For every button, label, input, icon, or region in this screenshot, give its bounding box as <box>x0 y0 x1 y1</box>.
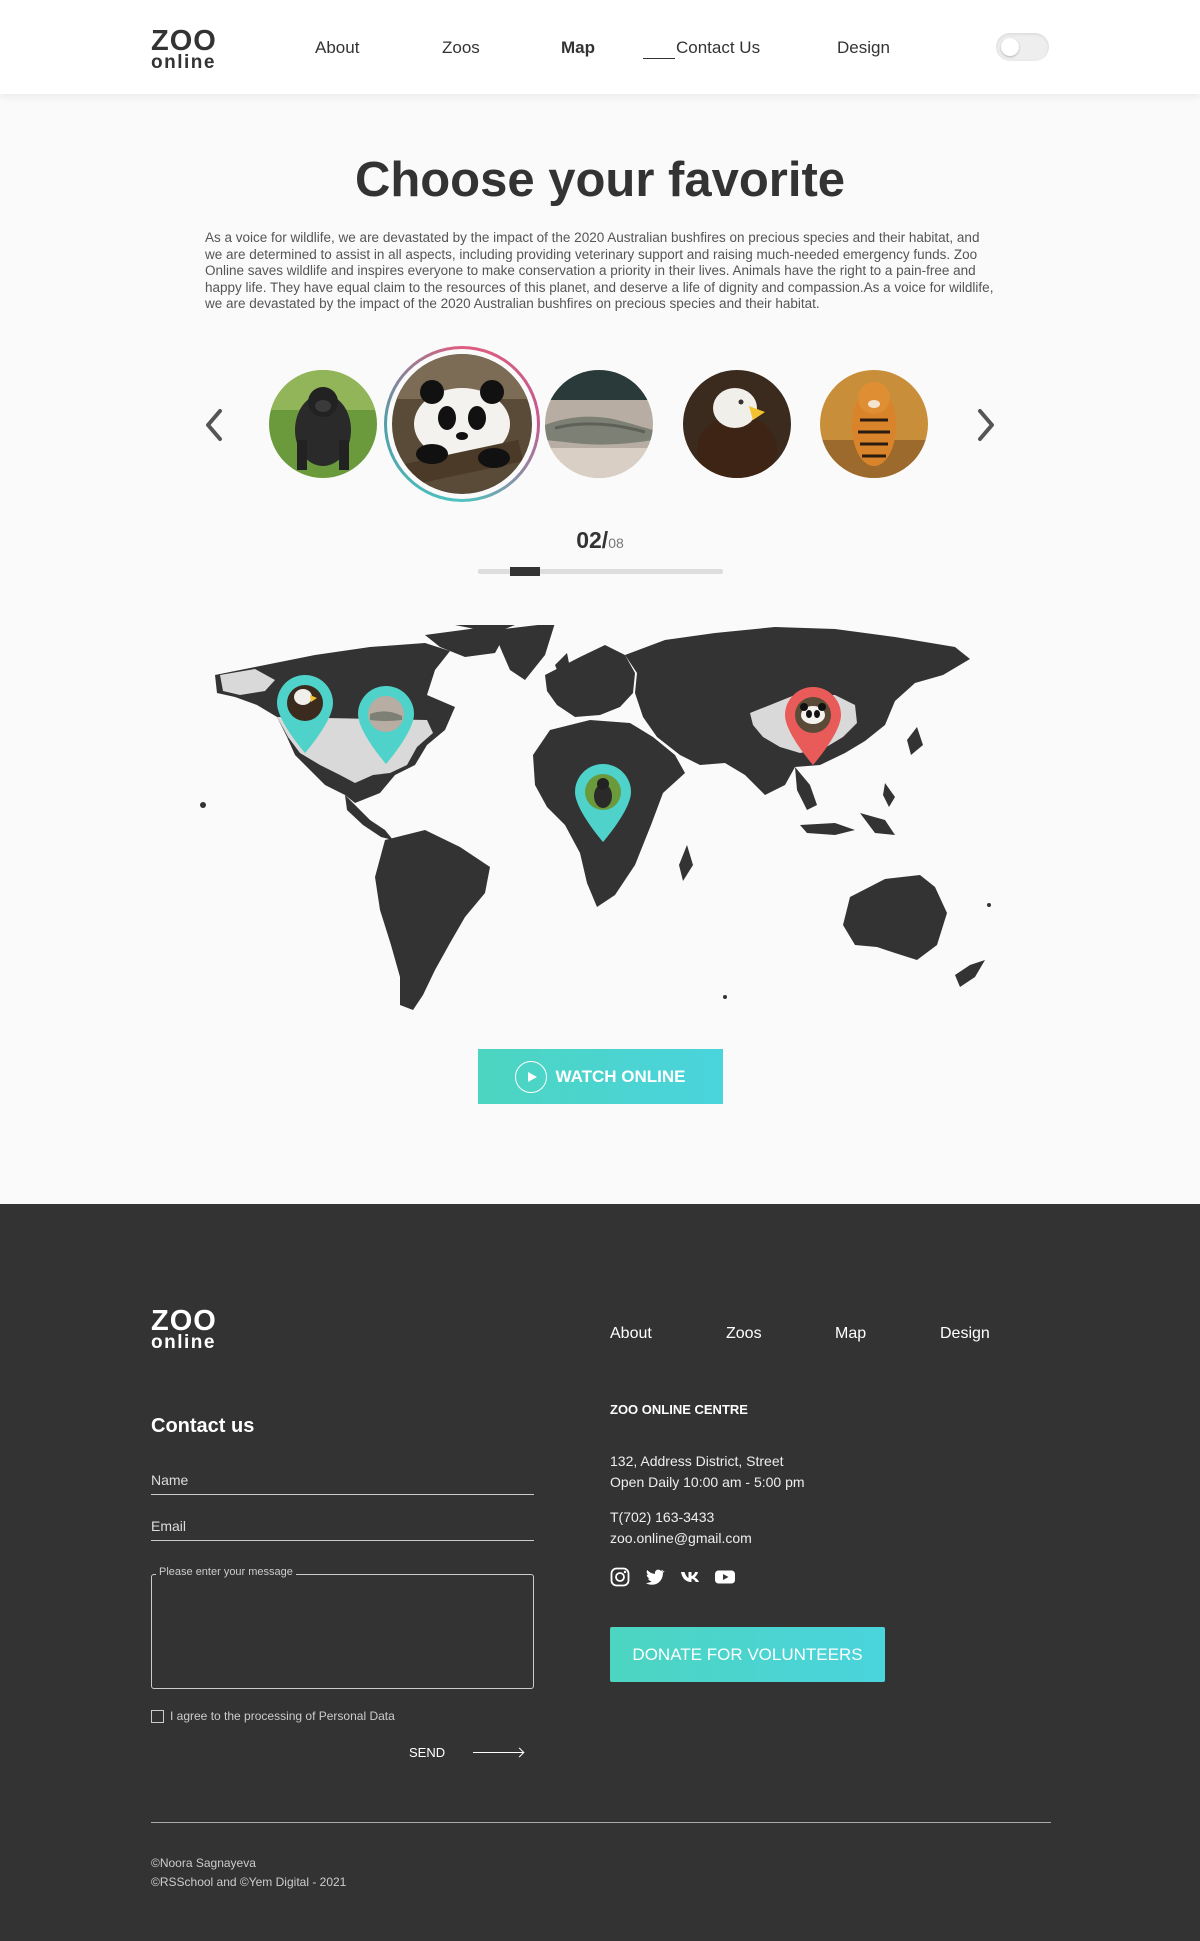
nav-design[interactable]: Design <box>837 38 890 58</box>
nav-contact-us[interactable]: Contact Us <box>676 38 760 58</box>
counter-current: 02/ <box>576 527 609 553</box>
instagram-icon[interactable] <box>610 1567 630 1587</box>
phone: T(702) 163-3433 <box>610 1509 715 1525</box>
copyright-school: ©RSSchool and ©Yem Digital - 2021 <box>151 1875 347 1889</box>
toggle-knob <box>1001 38 1019 56</box>
carousel-next-arrow[interactable] <box>970 405 1000 445</box>
email-address[interactable]: zoo.online@gmail.com <box>610 1530 752 1546</box>
carousel-progress[interactable] <box>478 567 723 576</box>
agree-checkbox[interactable] <box>151 1709 164 1723</box>
footer-logo[interactable]: ZOO online <box>151 1307 217 1353</box>
theme-toggle[interactable] <box>996 33 1049 61</box>
youtube-icon[interactable] <box>714 1567 735 1587</box>
contact-us-title: Contact us <box>151 1415 255 1437</box>
copyright-author: ©Noora Sagnayeva <box>151 1856 256 1870</box>
footer-nav-design[interactable]: Design <box>940 1325 990 1343</box>
page-title: Choose your favorite <box>354 153 846 207</box>
map-pin-gorilla[interactable] <box>573 762 633 849</box>
agree-checkbox-row[interactable]: I agree to the processing of Personal Da… <box>151 1709 395 1723</box>
send-button[interactable]: SEND <box>409 1745 524 1760</box>
footer-nav-about[interactable]: About <box>610 1325 652 1343</box>
carousel-alligator[interactable] <box>545 370 653 478</box>
site-footer: ZOO online About Zoos Map Design Contact… <box>0 1204 1200 1941</box>
counter-total: 08 <box>608 535 624 551</box>
watch-online-label: WATCH ONLINE <box>555 1066 686 1086</box>
carousel-counter: 02/08 <box>0 527 1200 554</box>
map-pin-alligator[interactable] <box>356 684 416 771</box>
arrow-right-icon <box>473 1752 524 1753</box>
nav-map[interactable]: Map <box>561 38 595 58</box>
name-field[interactable]: Name <box>151 1472 534 1495</box>
agree-label: I agree to the processing of Personal Da… <box>170 1709 395 1723</box>
carousel-progress-thumb[interactable] <box>510 567 540 576</box>
carousel-panda-selected[interactable] <box>392 354 532 494</box>
play-icon <box>515 1060 548 1093</box>
map-pin-eagle[interactable] <box>275 673 335 760</box>
footer-nav-zoos[interactable]: Zoos <box>726 1325 762 1343</box>
logo[interactable]: ZOO online <box>151 27 217 73</box>
nav-zoos[interactable]: Zoos <box>442 38 480 58</box>
logo-line2: online <box>151 52 216 73</box>
watch-online-button[interactable]: WATCH ONLINE <box>478 1049 723 1104</box>
footer-logo-line2: online <box>151 1332 216 1353</box>
footer-nav-map[interactable]: Map <box>835 1325 866 1343</box>
nav-hover-underline <box>643 58 675 59</box>
site-header: ZOO online About Zoos Map Contact Us Des… <box>0 0 1200 94</box>
donate-button[interactable]: DONATE FOR VOLUNTEERS <box>610 1627 885 1682</box>
centre-title: ZOO ONLINE CENTRE <box>610 1402 748 1417</box>
nav-about[interactable]: About <box>315 38 359 58</box>
send-label: SEND <box>409 1745 446 1760</box>
page-description: As a voice for wildlife, we are devastat… <box>205 230 994 311</box>
address: 132, Address District, Street <box>610 1453 784 1469</box>
twitter-icon[interactable] <box>645 1567 665 1587</box>
carousel-tiger[interactable] <box>820 370 928 478</box>
opening-hours: Open Daily 10:00 am - 5:00 pm <box>610 1474 805 1490</box>
message-textarea[interactable] <box>151 1574 534 1689</box>
carousel-eagle[interactable] <box>683 370 791 478</box>
carousel-prev-arrow[interactable] <box>200 405 230 445</box>
message-placeholder: Please enter your message <box>156 1566 296 1578</box>
footer-divider <box>151 1822 1051 1823</box>
vk-icon[interactable] <box>680 1567 700 1587</box>
map-pin-panda[interactable] <box>783 685 843 772</box>
email-field[interactable]: Email <box>151 1518 534 1541</box>
carousel-gorilla[interactable] <box>269 370 377 478</box>
